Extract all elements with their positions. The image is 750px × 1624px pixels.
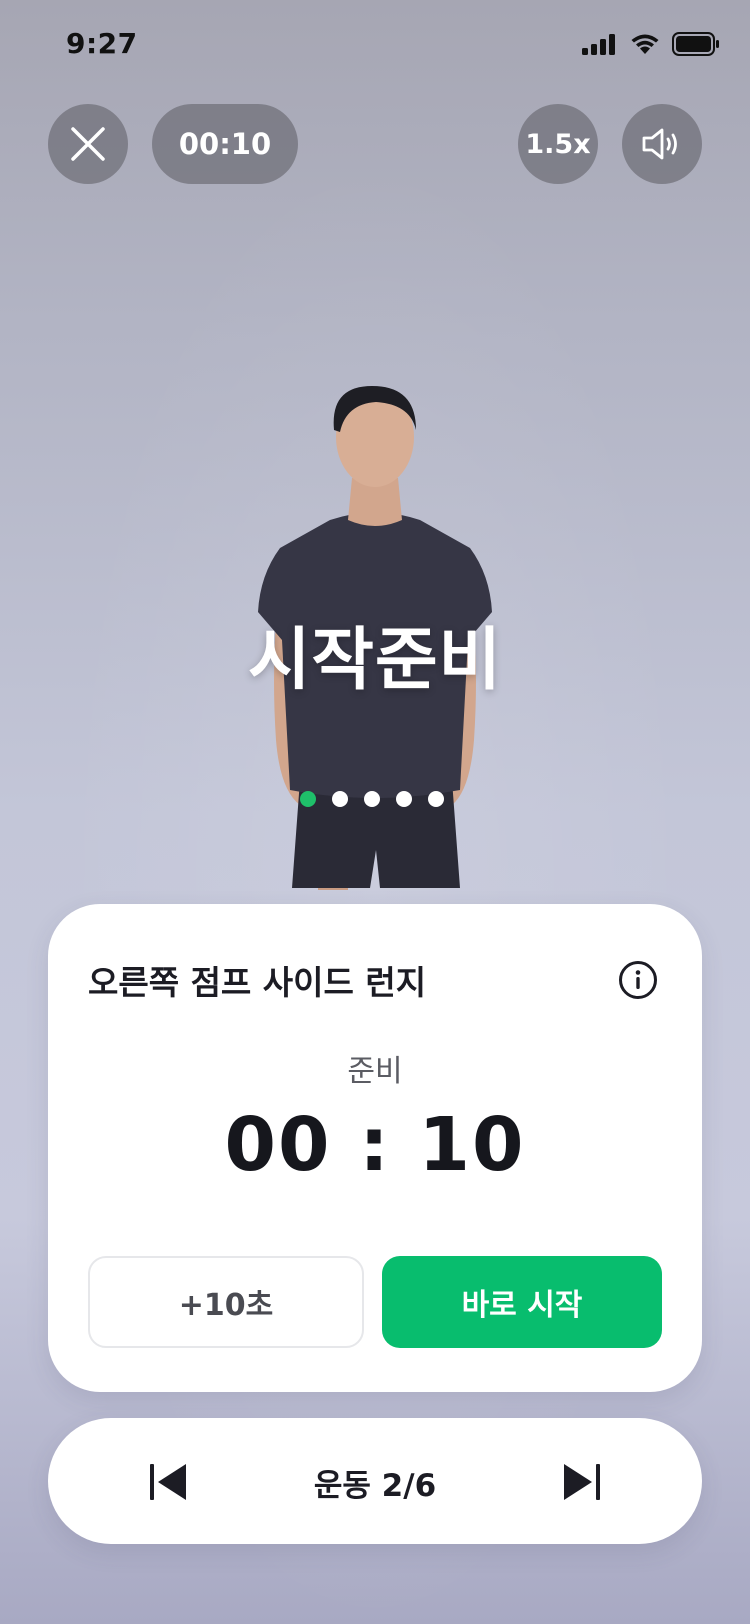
step-dot: [332, 791, 348, 807]
step-dot: [396, 791, 412, 807]
close-icon: [71, 127, 105, 161]
step-dot-active: [300, 791, 316, 807]
wifi-icon: [631, 34, 659, 54]
countdown-timer: 00 : 10: [224, 1102, 526, 1188]
sound-toggle-button[interactable]: [622, 104, 702, 184]
exercise-name: 오른쪽 점프 사이드 런지: [88, 963, 427, 1002]
status-time: 9:27: [66, 27, 138, 60]
ready-overlay-text: 시작준비: [247, 621, 503, 700]
status-icons: [582, 32, 720, 56]
step-dot: [428, 791, 444, 807]
elapsed-timer: 00:10: [152, 104, 298, 184]
skip-next-icon[interactable]: [556, 1458, 604, 1506]
speaker-icon: [642, 128, 677, 160]
cellular-signal-icon: [582, 34, 615, 55]
start-now-button[interactable]: 바로 시작: [382, 1256, 662, 1348]
step-dot: [364, 791, 380, 807]
playback-speed-button[interactable]: 1.5x: [518, 104, 598, 184]
close-button[interactable]: [48, 104, 128, 184]
phase-label: 준비: [347, 1054, 403, 1089]
exercise-card: 오른쪽 점프 사이드 런지 준비 00 : 10 +10초 바로 시작: [48, 904, 702, 1392]
battery-icon: [672, 32, 719, 56]
add-10s-button[interactable]: +10초: [88, 1256, 364, 1348]
info-icon[interactable]: [618, 960, 658, 1000]
step-indicator: [300, 791, 444, 807]
exercise-navigation: 운동 2/6: [48, 1418, 702, 1544]
workout-screen: 9:27 00:10 1.5x 시작준비 오른쪽 점프 사이드 런지 준비 00…: [0, 0, 750, 1624]
